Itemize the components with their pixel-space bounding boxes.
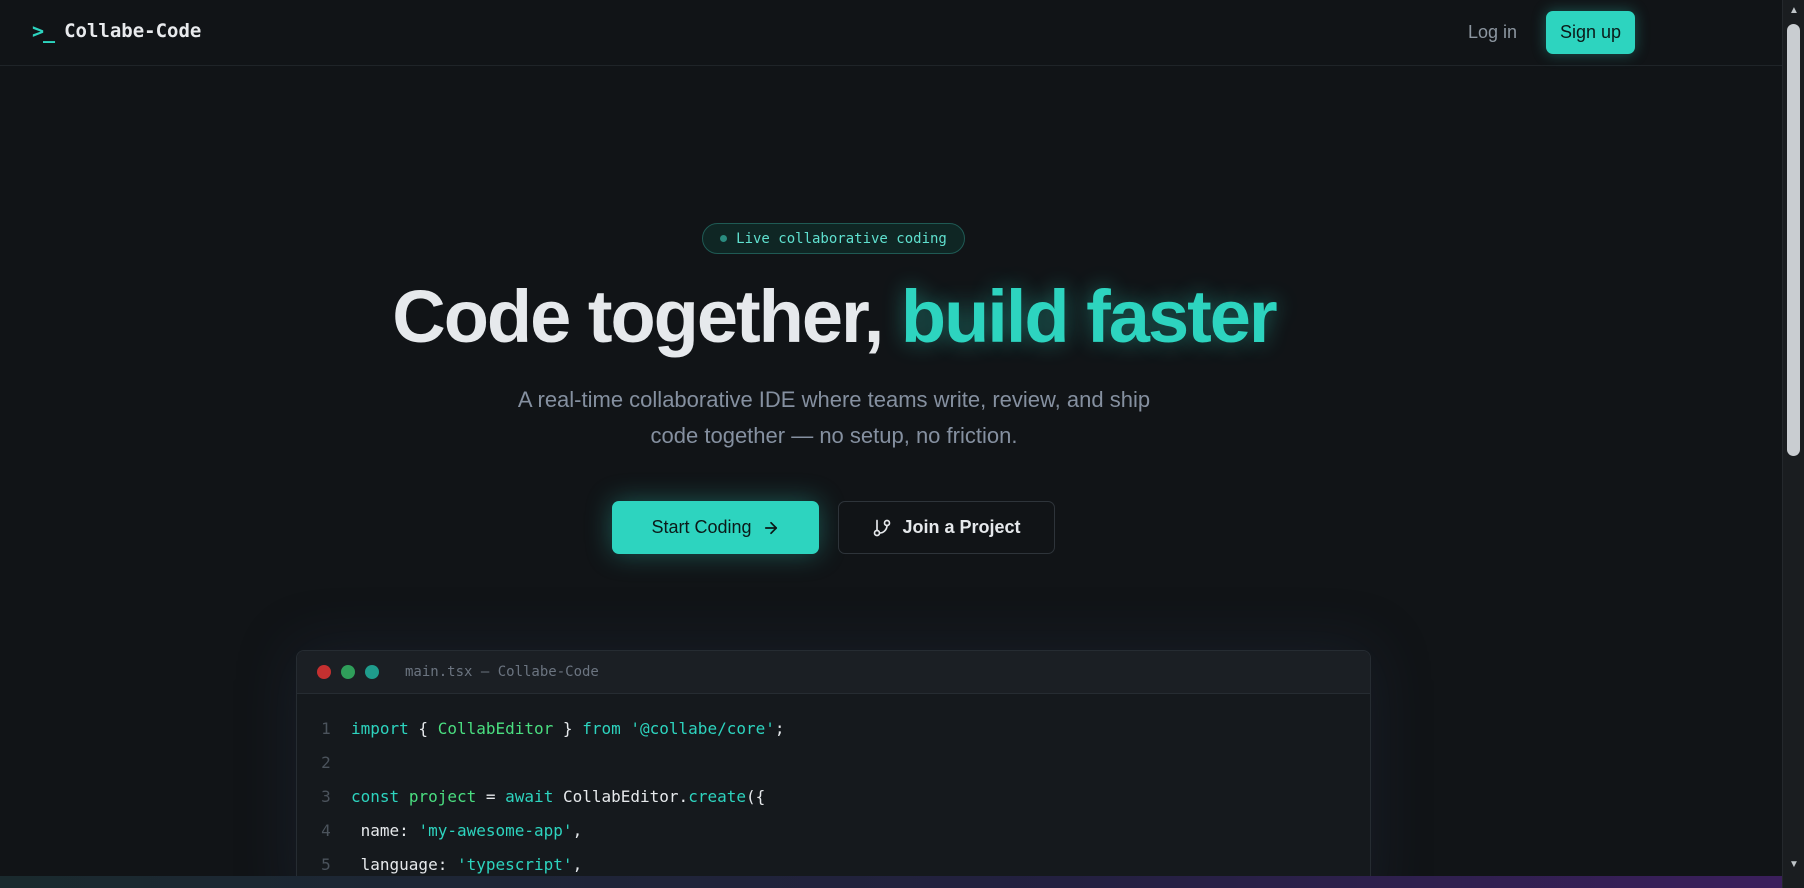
start-coding-label: Start Coding: [651, 517, 752, 537]
maximize-dot-icon: [365, 665, 379, 679]
taskbar-edge: [0, 876, 1782, 888]
live-badge: Live collaborative coding: [702, 223, 965, 254]
join-project-label: Join a Project: [902, 517, 1021, 537]
code-editor-preview: main.tsx — Collabe-Code 1 import { Colla…: [296, 650, 1371, 888]
join-project-button[interactable]: Join a Project: [838, 501, 1055, 554]
code-text: const project = await CollabEditor.creat…: [351, 786, 766, 806]
brand-logo[interactable]: >_ Collabe-Code: [32, 19, 201, 43]
line-number: 5: [321, 854, 331, 874]
scroll-down-icon[interactable]: ▼: [1787, 858, 1801, 872]
badge-text: Live collaborative coding: [736, 230, 947, 247]
editor-title: main.tsx — Collabe-Code: [405, 664, 599, 680]
code-text: language: 'typescript',: [351, 854, 583, 874]
subtitle-line-2: code together — no setup, no friction.: [650, 423, 1018, 448]
terminal-prompt-icon: >_: [32, 19, 55, 43]
line-number: 3: [321, 786, 331, 806]
scroll-thumb[interactable]: [1787, 24, 1800, 456]
landing-page: >_ Collabe-Code Log in Sign up Live coll…: [0, 0, 1782, 888]
code-body: 1 import { CollabEditor } from '@collabe…: [297, 694, 1370, 881]
signup-button[interactable]: Sign up: [1546, 11, 1635, 54]
hero-headline: Code together, build faster: [0, 274, 1668, 359]
start-coding-button[interactable]: Start Coding: [612, 501, 819, 554]
code-text: name: 'my-awesome-app',: [351, 820, 583, 840]
code-line: 2: [297, 745, 1370, 779]
code-line: 4 name: 'my-awesome-app',: [297, 813, 1370, 847]
page-scrollbar[interactable]: ▲ ▼: [1782, 0, 1804, 888]
headline-main: Code together,: [392, 275, 901, 358]
minimize-dot-icon: [341, 665, 355, 679]
code-text: import { CollabEditor } from '@collabe/c…: [351, 718, 785, 738]
editor-title-bar: main.tsx — Collabe-Code: [297, 651, 1370, 694]
headline-accent: build faster: [900, 275, 1278, 358]
brand-name: Collabe-Code: [64, 20, 202, 42]
arrow-right-icon: [764, 521, 777, 534]
code-line: 1 import { CollabEditor } from '@collabe…: [297, 711, 1370, 745]
top-nav: >_ Collabe-Code Log in Sign up: [0, 0, 1782, 66]
code-line: 3 const project = await CollabEditor.cre…: [297, 779, 1370, 813]
line-number: 2: [321, 752, 331, 772]
close-dot-icon: [317, 665, 331, 679]
subtitle-line-1: A real-time collaborative IDE where team…: [517, 387, 1151, 412]
status-dot-icon: [720, 235, 728, 242]
hero-subtitle: A real-time collaborative IDE where team…: [484, 382, 1184, 454]
line-number: 4: [321, 820, 331, 840]
scroll-up-icon[interactable]: ▲: [1787, 4, 1801, 18]
login-button[interactable]: Log in: [1468, 22, 1517, 43]
line-number: 1: [321, 718, 331, 738]
git-branch-icon: [874, 519, 891, 536]
